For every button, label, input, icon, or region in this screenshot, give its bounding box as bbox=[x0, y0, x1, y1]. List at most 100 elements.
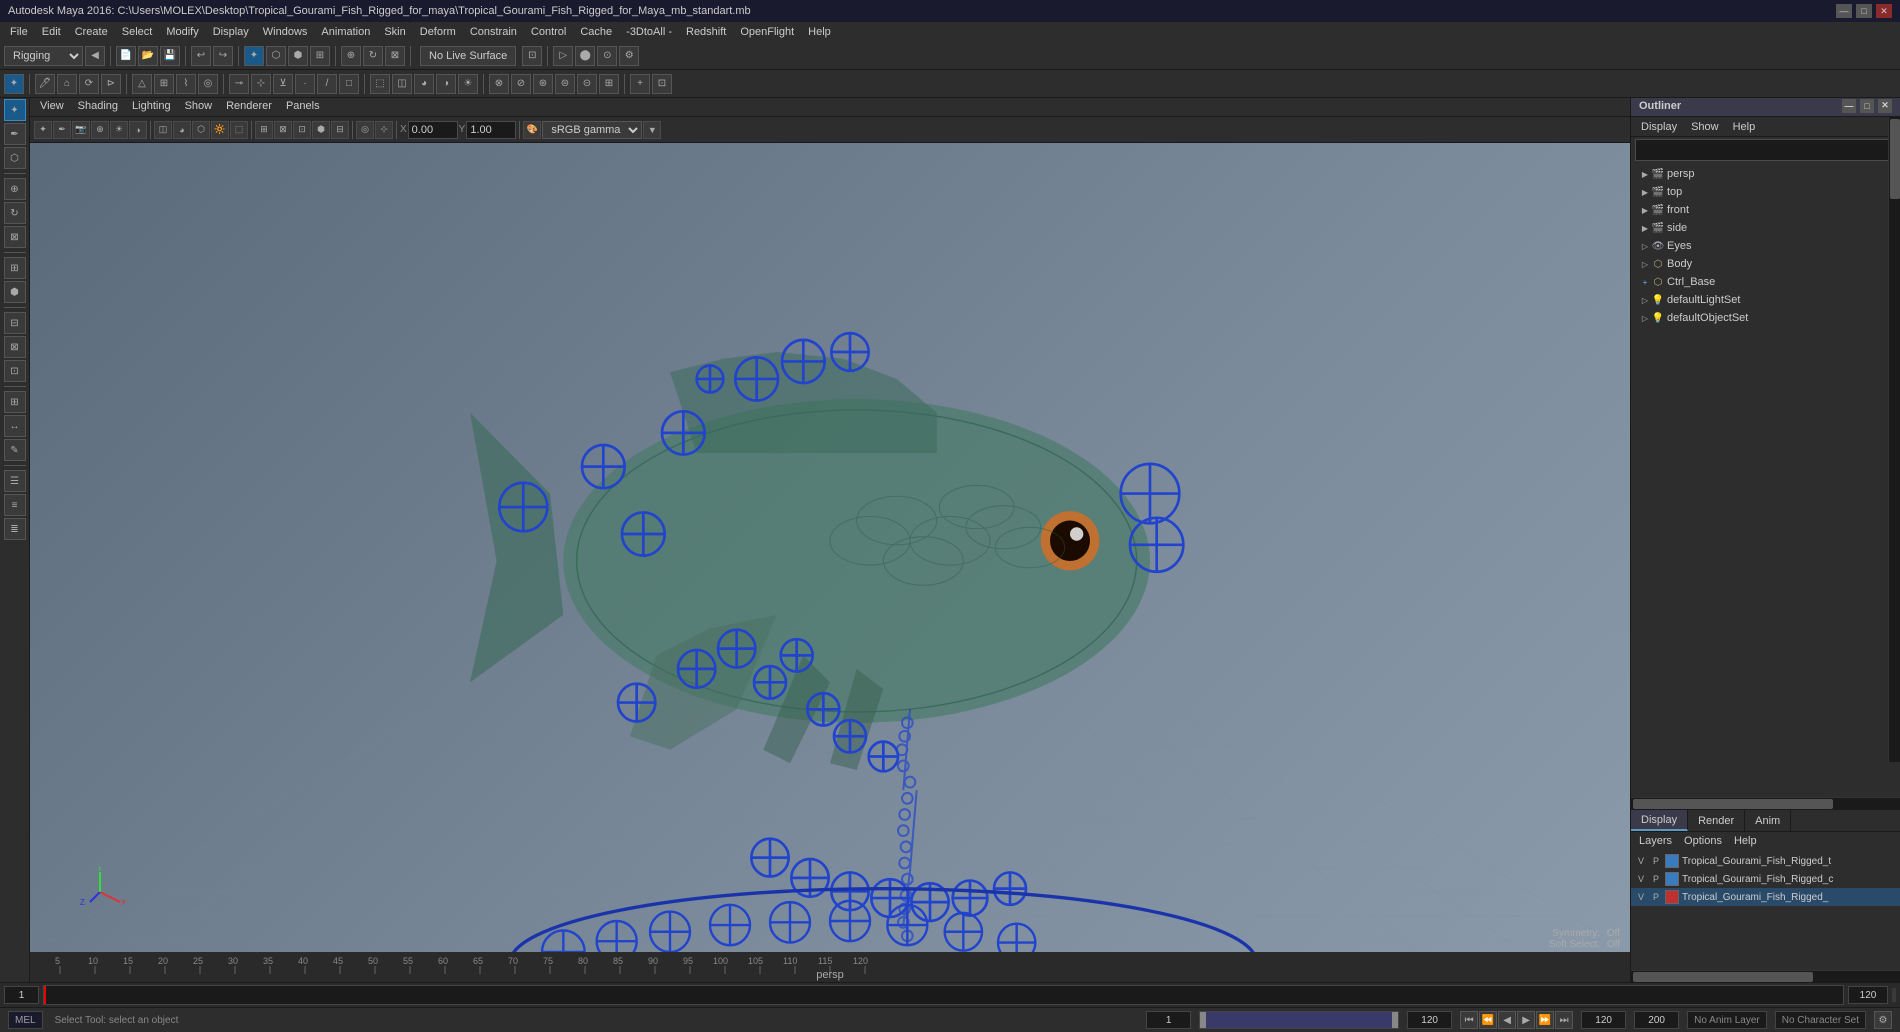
redo-btn[interactable]: ↪ bbox=[213, 46, 233, 66]
snap-grid-btn[interactable]: ⊡ bbox=[522, 46, 542, 66]
play-back-btn[interactable]: ◀ bbox=[1498, 1011, 1516, 1029]
outliner-search-input[interactable] bbox=[1635, 139, 1896, 161]
tree-item-default-light-set[interactable]: ▷ 💡 defaultLightSet bbox=[1631, 291, 1900, 309]
select-paint-btn[interactable]: ⬢ bbox=[288, 46, 308, 66]
layer-row-1[interactable]: V P Tropical_Gourami_Fish_Rigged_t bbox=[1631, 852, 1900, 870]
viewport-menu-show[interactable]: Show bbox=[179, 99, 219, 113]
outliner-minimize[interactable]: — bbox=[1842, 99, 1856, 113]
menu-windows[interactable]: Windows bbox=[257, 24, 314, 40]
show-manip-btn[interactable]: ⊞ bbox=[4, 257, 26, 279]
edge-loop-btn[interactable]: ⊠ bbox=[4, 336, 26, 358]
menu-edit[interactable]: Edit bbox=[36, 24, 67, 40]
vt-paint[interactable]: ✒ bbox=[53, 121, 71, 139]
layer-vis-1[interactable]: V bbox=[1635, 855, 1647, 867]
menu-help[interactable]: Help bbox=[802, 24, 837, 40]
viewport-menu-lighting[interactable]: Lighting bbox=[126, 99, 177, 113]
rotate-mode-btn[interactable]: ↻ bbox=[4, 202, 26, 224]
move-tool-btn[interactable]: ⊕ bbox=[341, 46, 361, 66]
sculpt-mode-btn[interactable]: ⬡ bbox=[4, 147, 26, 169]
no-anim-layer[interactable]: No Anim Layer bbox=[1687, 1011, 1767, 1029]
menu-constrain[interactable]: Constrain bbox=[464, 24, 523, 40]
new-scene-btn[interactable]: 📄 bbox=[116, 46, 136, 66]
paint-btn[interactable]: 🖊 bbox=[35, 74, 55, 94]
snap-grid-btn2[interactable]: ⊞ bbox=[154, 74, 174, 94]
lasso-btn[interactable]: ⌂ bbox=[57, 74, 77, 94]
layer-vis-2[interactable]: V bbox=[1635, 873, 1647, 885]
tree-item-eyes[interactable]: ▷ 👁 Eyes bbox=[1631, 237, 1900, 255]
skin-btn[interactable]: ⊝ bbox=[577, 74, 597, 94]
minimize-button[interactable]: — bbox=[1836, 4, 1852, 18]
undo-btn[interactable]: ↩ bbox=[191, 46, 211, 66]
annotate-btn[interactable]: ✎ bbox=[4, 439, 26, 461]
layer-p-3[interactable]: P bbox=[1650, 891, 1662, 903]
step-forward-btn[interactable]: ⏩ bbox=[1536, 1011, 1554, 1029]
vt-y-value[interactable]: 1.00 bbox=[466, 121, 516, 139]
maximize-button[interactable]: □ bbox=[1856, 4, 1872, 18]
tab-render[interactable]: Render bbox=[1688, 810, 1745, 831]
vt-select[interactable]: ✦ bbox=[34, 121, 52, 139]
timeline-settings-btn[interactable]: ⚙ bbox=[1874, 1011, 1892, 1029]
wireframe-btn[interactable]: ◫ bbox=[392, 74, 412, 94]
menu-file[interactable]: File bbox=[4, 24, 34, 40]
cross-btn[interactable]: ⊡ bbox=[652, 74, 672, 94]
gamma-select[interactable]: sRGB gamma Linear Raw bbox=[542, 121, 642, 139]
render-region-btn[interactable]: ▷ bbox=[553, 46, 573, 66]
layer-row-3[interactable]: V P Tropical_Gourami_Fish_Rigged_ bbox=[1631, 888, 1900, 906]
anim-range-start[interactable] bbox=[1581, 1011, 1626, 1029]
attrs-btn[interactable]: ≣ bbox=[4, 518, 26, 540]
edge-btn[interactable]: / bbox=[317, 74, 337, 94]
range-start-input[interactable] bbox=[1146, 1011, 1191, 1029]
end-frame-input[interactable] bbox=[1848, 986, 1888, 1004]
menu-openflight[interactable]: OpenFlight bbox=[734, 24, 800, 40]
layer-p-1[interactable]: P bbox=[1650, 855, 1662, 867]
tb-btn-1[interactable]: ◀ bbox=[85, 46, 105, 66]
weight-btn[interactable]: ⊞ bbox=[599, 74, 619, 94]
vt-camera[interactable]: 📷 bbox=[72, 121, 90, 139]
vt-resolution[interactable]: ⊠ bbox=[274, 121, 292, 139]
tree-item-default-object-set[interactable]: ▷ 💡 defaultObjectSet bbox=[1631, 309, 1900, 327]
vt-overscan[interactable]: ⊟ bbox=[331, 121, 349, 139]
tab-anim[interactable]: Anim bbox=[1745, 810, 1791, 831]
snap-surface-btn[interactable]: ◎ bbox=[198, 74, 218, 94]
outliner-menu-help[interactable]: Help bbox=[1727, 120, 1762, 134]
menu-redshift[interactable]: Redshift bbox=[680, 24, 732, 40]
menu-3dtoall[interactable]: -3DtoAll - bbox=[620, 24, 678, 40]
vt-light-mode[interactable]: 🔆 bbox=[211, 121, 229, 139]
viewport-canvas[interactable]: X Z Y Symmetry: Off Soft Select: Off bbox=[30, 143, 1630, 952]
save-scene-btn[interactable]: 💾 bbox=[160, 46, 180, 66]
rivet-btn[interactable]: ⊗ bbox=[489, 74, 509, 94]
paint-mode-btn[interactable]: ✒ bbox=[4, 123, 26, 145]
grid-btn[interactable]: ⊞ bbox=[4, 391, 26, 413]
viewport-menu-view[interactable]: View bbox=[34, 99, 70, 113]
layer-vis-3[interactable]: V bbox=[1635, 891, 1647, 903]
texture-btn[interactable]: ◑ bbox=[436, 74, 456, 94]
layer-p-2[interactable]: P bbox=[1650, 873, 1662, 885]
vt-texture[interactable]: ⬡ bbox=[192, 121, 210, 139]
no-live-surface-btn[interactable]: No Live Surface bbox=[420, 46, 516, 66]
viewport-menu-shading[interactable]: Shading bbox=[72, 99, 124, 113]
current-frame-input[interactable]: 1 bbox=[4, 986, 39, 1004]
layers-btn[interactable]: ☰ bbox=[4, 470, 26, 492]
vertex-btn[interactable]: · bbox=[295, 74, 315, 94]
vt-color-mode[interactable]: 🎨 bbox=[523, 121, 541, 139]
component-select-btn[interactable]: ⊸ bbox=[229, 74, 249, 94]
vt-grid[interactable]: ⊞ bbox=[255, 121, 273, 139]
transform-btn[interactable]: ⬢ bbox=[4, 281, 26, 303]
menu-deform[interactable]: Deform bbox=[414, 24, 462, 40]
render-settings-btn[interactable]: ⚙ bbox=[619, 46, 639, 66]
fk-btn[interactable]: ⊛ bbox=[533, 74, 553, 94]
scale-mode-btn[interactable]: ⊠ bbox=[4, 226, 26, 248]
menu-skin[interactable]: Skin bbox=[378, 24, 411, 40]
vt-isolate[interactable]: ◎ bbox=[356, 121, 374, 139]
outliner-maximize[interactable]: □ bbox=[1860, 99, 1874, 113]
tree-item-persp[interactable]: ▶ 🎬 persp bbox=[1631, 165, 1900, 183]
vt-shadows[interactable]: ◑ bbox=[129, 121, 147, 139]
outliner-vscrollbar[interactable] bbox=[1888, 117, 1900, 762]
submenu-options[interactable]: Options bbox=[1680, 835, 1726, 847]
select-mode-btn[interactable]: ✦ bbox=[4, 99, 26, 121]
snap-points-btn[interactable]: △ bbox=[132, 74, 152, 94]
step-back-btn[interactable]: ⏪ bbox=[1479, 1011, 1497, 1029]
ipr-render-btn[interactable]: ⊙ bbox=[597, 46, 617, 66]
range-end-input[interactable] bbox=[1407, 1011, 1452, 1029]
measure-btn[interactable]: ↔ bbox=[4, 415, 26, 437]
